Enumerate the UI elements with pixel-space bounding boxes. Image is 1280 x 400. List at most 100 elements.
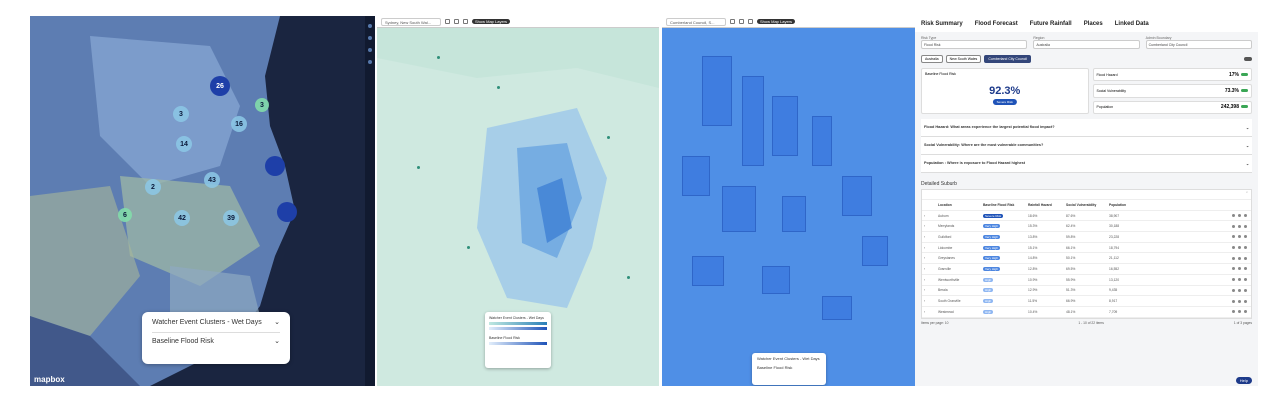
delete-icon[interactable] — [1244, 278, 1247, 282]
zoom-icon[interactable] — [445, 19, 450, 24]
crumb-nsw[interactable]: New South Wales — [945, 55, 982, 63]
tool-icon[interactable] — [368, 60, 372, 64]
map-cluster[interactable]: 2 — [145, 179, 161, 195]
delete-icon[interactable] — [1244, 224, 1247, 228]
tab-places[interactable]: Places — [1084, 21, 1103, 27]
map-icon[interactable] — [1238, 235, 1241, 239]
risk-type-select[interactable]: Flood Risk — [921, 40, 1028, 49]
question-item[interactable]: Flood Hazard: What areas experience the … — [921, 119, 1252, 137]
table-row[interactable]: › Berala High 12.9% 51.3% 9,435 — [922, 286, 1251, 297]
region-select[interactable]: Australia — [1033, 40, 1140, 49]
expand-icon[interactable]: › — [924, 235, 938, 239]
view-icon[interactable] — [1232, 256, 1235, 260]
view-icon[interactable] — [1232, 310, 1235, 314]
map-cluster[interactable]: 14 — [176, 136, 192, 152]
show-layers-button[interactable]: Show Map Layers — [757, 19, 796, 24]
map-icon[interactable] — [1238, 256, 1241, 260]
table-row[interactable]: › Westmead High 10.4% 48.1% 7,709 — [922, 307, 1251, 318]
page-indicator[interactable]: 1 of 3 pages — [1234, 321, 1252, 325]
view-icon[interactable] — [1232, 214, 1235, 218]
search-input[interactable]: Sydney, New South Wal... — [381, 17, 441, 26]
delete-icon[interactable] — [1244, 310, 1247, 314]
legend-item-flood-risk[interactable]: Baseline Flood Risk — [489, 336, 547, 340]
map-icon[interactable] — [1238, 299, 1241, 303]
tab-future-rainfall[interactable]: Future Rainfall — [1030, 21, 1072, 27]
delete-icon[interactable] — [1244, 246, 1247, 250]
map-cluster[interactable]: 26 — [210, 76, 230, 96]
chevron-down-icon[interactable]: ⌄ — [274, 318, 280, 326]
chevron-down-icon[interactable]: ⌄ — [1246, 143, 1249, 148]
delete-icon[interactable] — [1244, 214, 1247, 218]
map-icon[interactable] — [1238, 267, 1241, 271]
light-map-panel[interactable]: Sydney, New South Wal... Show Map Layers… — [377, 16, 659, 386]
map-legend[interactable]: Watcher Event Clusters - Wet Days Baseli… — [485, 312, 551, 368]
delete-icon[interactable] — [1244, 256, 1247, 260]
table-row[interactable]: › Auburn Severe Risk 18.6% 87.6% 38,907 — [922, 211, 1251, 222]
chevron-down-icon[interactable]: ⌄ — [1246, 161, 1249, 166]
col-header[interactable]: Baseline Flood Risk — [983, 203, 1028, 207]
expand-icon[interactable]: › — [924, 288, 938, 292]
map-icon[interactable] — [1238, 310, 1241, 314]
col-header[interactable]: Location — [938, 203, 983, 207]
map-cluster[interactable]: 3 — [255, 98, 269, 112]
view-icon[interactable] — [1232, 299, 1235, 303]
draw-icon[interactable] — [748, 19, 753, 24]
expand-icon[interactable]: › — [924, 256, 938, 260]
tool-icon[interactable] — [368, 24, 372, 28]
map-icon[interactable] — [1238, 278, 1241, 282]
admin-boundary-select[interactable]: Cumberland City Council — [1145, 40, 1252, 49]
delete-icon[interactable] — [1244, 288, 1247, 292]
expand-icon[interactable]: › — [924, 214, 938, 218]
table-row[interactable]: › Guildford Very High 13.8% 59.8% 23,228 — [922, 232, 1251, 243]
legend-item-flood-risk[interactable]: Baseline Flood Risk — [152, 338, 214, 345]
view-icon[interactable] — [1232, 235, 1235, 239]
map-point[interactable] — [497, 86, 500, 89]
view-icon[interactable] — [1232, 278, 1235, 282]
map-cluster[interactable]: 3 — [173, 106, 189, 122]
map-point[interactable] — [437, 56, 440, 59]
table-row[interactable]: › Wentworthville High 10.9% 55.9% 13,120 — [922, 275, 1251, 286]
col-header[interactable]: Population — [1109, 203, 1164, 207]
help-button[interactable]: Help — [1235, 377, 1252, 384]
tool-icon[interactable] — [368, 48, 372, 52]
table-row[interactable]: › Granville Very High 12.8% 69.5% 16,552 — [922, 264, 1251, 275]
legend-item-clusters[interactable]: Watcher Event Clusters - Wet Days — [757, 356, 821, 361]
expand-icon[interactable]: › — [924, 299, 938, 303]
search-icon[interactable]: ⌕ — [922, 190, 1251, 200]
col-header[interactable]: Rainfall Hazard — [1028, 203, 1066, 207]
map-cluster[interactable]: 43 — [204, 172, 220, 188]
draw-icon[interactable] — [463, 19, 468, 24]
items-per-page[interactable]: Items per page: 10 — [921, 321, 949, 325]
delete-icon[interactable] — [1244, 267, 1247, 271]
expand-icon[interactable]: › — [924, 310, 938, 314]
tab-flood-forecast[interactable]: Flood Forecast — [975, 21, 1018, 27]
view-icon[interactable] — [1232, 246, 1235, 250]
chevron-down-icon[interactable]: ⌄ — [1246, 125, 1249, 130]
show-layers-button[interactable]: Show Map Layers — [472, 19, 511, 24]
map-point[interactable] — [627, 276, 630, 279]
map-icon[interactable] — [1238, 246, 1241, 250]
view-icon[interactable] — [1232, 267, 1235, 271]
expand-icon[interactable]: › — [924, 224, 938, 228]
layers-icon[interactable] — [454, 19, 459, 24]
tab-risk-summary[interactable]: Risk Summary — [921, 21, 963, 27]
question-item[interactable]: Population : Where is exposure to Flood … — [921, 155, 1252, 173]
view-icon[interactable] — [1232, 224, 1235, 228]
map-legend[interactable]: Watcher Event Clusters - Wet Days ⌄ Base… — [142, 312, 290, 364]
tool-icon[interactable] — [368, 36, 372, 40]
layers-icon[interactable] — [739, 19, 744, 24]
expand-icon[interactable]: › — [924, 278, 938, 282]
map-cluster[interactable] — [265, 156, 285, 176]
col-header[interactable]: Social Vulnerability — [1066, 203, 1109, 207]
question-item[interactable]: Social Vulnerability: Where are the most… — [921, 137, 1252, 155]
delete-icon[interactable] — [1244, 299, 1247, 303]
view-icon[interactable] — [1232, 288, 1235, 292]
expand-icon[interactable]: › — [924, 246, 938, 250]
map-cluster[interactable]: 6 — [118, 208, 132, 222]
map-icon[interactable] — [1238, 224, 1241, 228]
table-row[interactable]: › South Granville High 11.5% 66.9% 8,917 — [922, 296, 1251, 307]
map-cluster[interactable]: 42 — [174, 210, 190, 226]
map-legend[interactable]: Watcher Event Clusters - Wet Days Baseli… — [752, 353, 826, 385]
tab-linked-data[interactable]: Linked Data — [1115, 21, 1149, 27]
table-row[interactable]: › Lidcombe Very High 15.1% 66.1% 18,794 — [922, 243, 1251, 254]
